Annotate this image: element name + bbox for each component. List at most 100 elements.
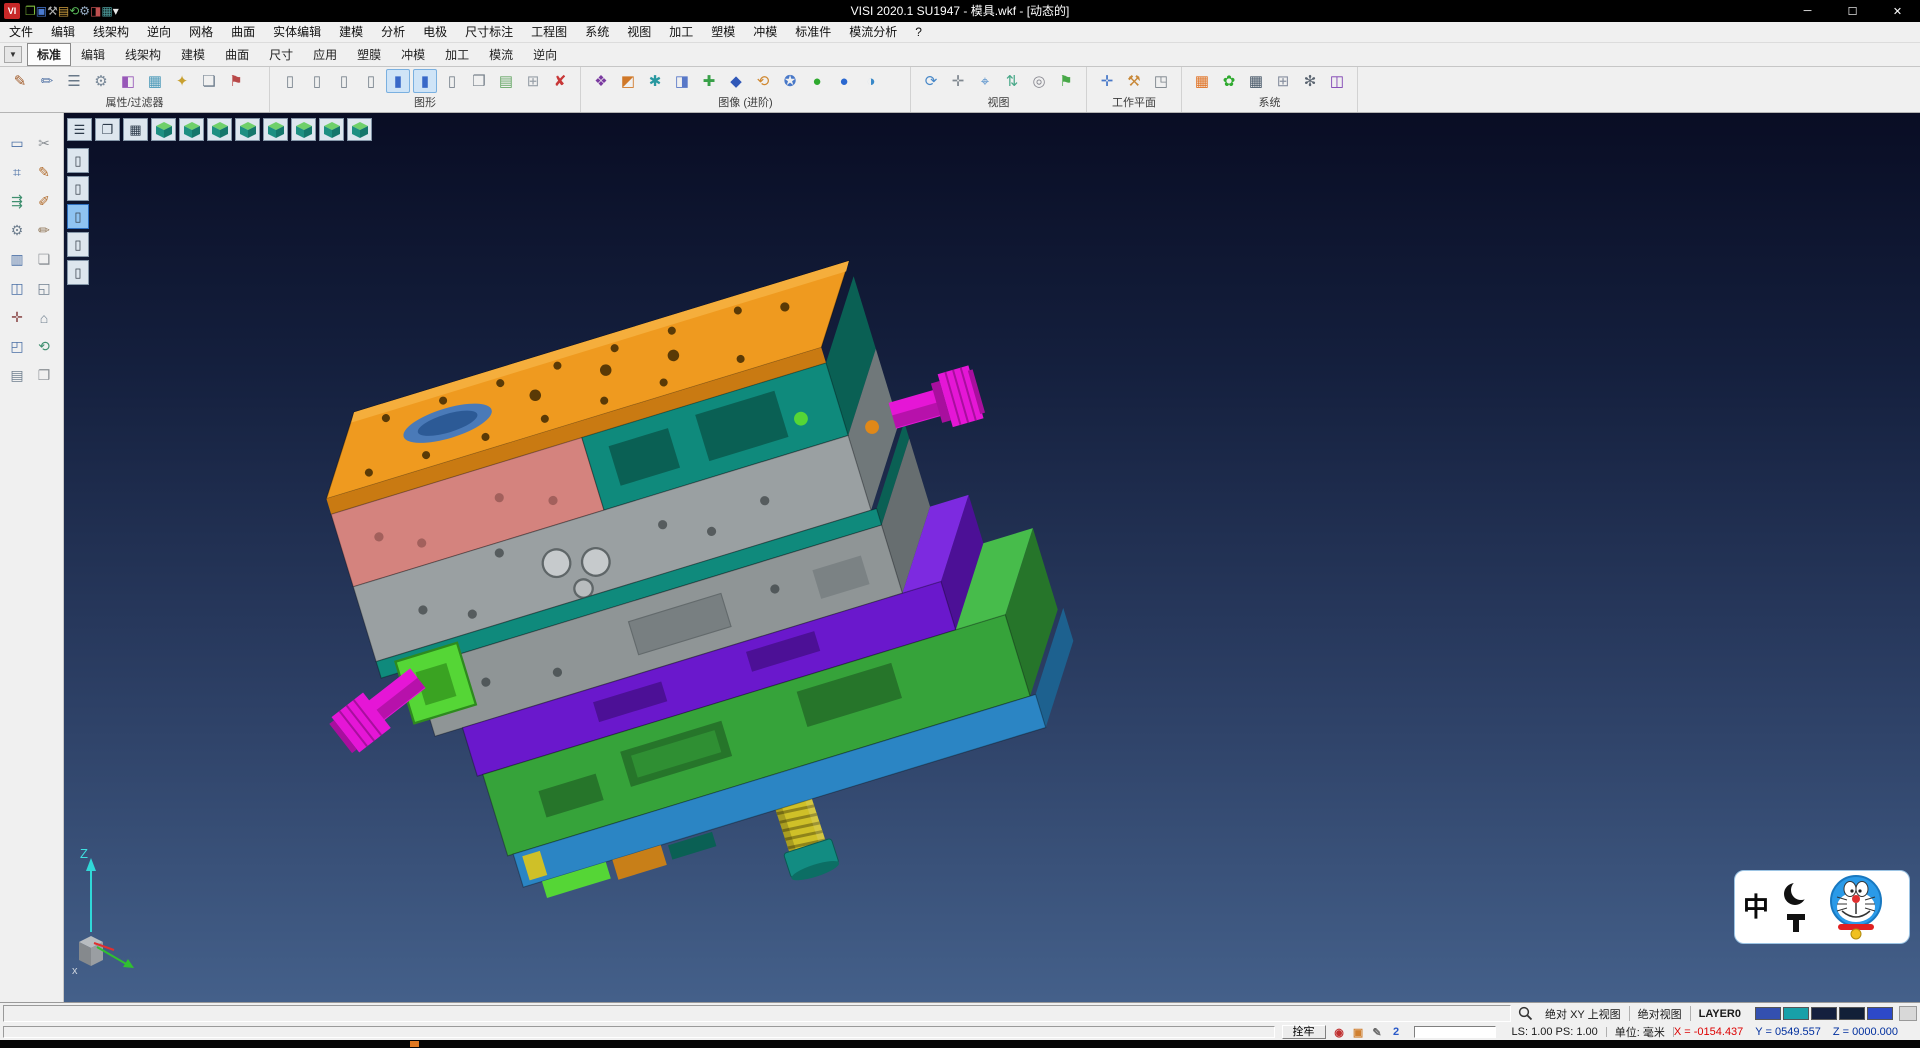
dock-tool-icon[interactable]: ✏ bbox=[32, 220, 57, 241]
toolbar-tab[interactable]: 标准 bbox=[27, 43, 71, 66]
view-reference-indicator[interactable]: 绝对视图 bbox=[1630, 1006, 1690, 1022]
view-orientation-button[interactable] bbox=[207, 118, 232, 141]
dock-tool-icon[interactable]: ❏ bbox=[32, 249, 57, 270]
taskbar-app-icon[interactable] bbox=[410, 1041, 419, 1047]
menu-item[interactable]: 系统 bbox=[576, 22, 618, 42]
ribbon-icon[interactable]: ◎ bbox=[1027, 69, 1051, 93]
viewport-utility-button[interactable]: ☰ bbox=[67, 118, 92, 141]
ribbon-icon[interactable]: ⊞ bbox=[1271, 69, 1295, 93]
menu-item[interactable]: 尺寸标注 bbox=[456, 22, 522, 42]
dock-tool-icon[interactable]: ✂ bbox=[32, 133, 57, 154]
menu-item[interactable]: 分析 bbox=[372, 22, 414, 42]
view-mode-indicator[interactable]: 绝对 XY 上视图 bbox=[1537, 1006, 1629, 1022]
ribbon-icon[interactable]: ✿ bbox=[1217, 69, 1241, 93]
ribbon-icon[interactable]: ✻ bbox=[1298, 69, 1322, 93]
toolbar-tab[interactable]: 线架构 bbox=[115, 43, 171, 66]
ribbon-icon[interactable]: ☰ bbox=[62, 69, 86, 93]
toolbar-tab[interactable]: 应用 bbox=[303, 43, 347, 66]
status-tool-icon[interactable]: ✎ bbox=[1368, 1025, 1387, 1039]
active-layer-indicator[interactable]: LAYER0 bbox=[1691, 1008, 1749, 1020]
ribbon-icon[interactable]: ✛ bbox=[1095, 69, 1119, 93]
ribbon-icon[interactable]: ▮ bbox=[413, 69, 437, 93]
maximize-button[interactable]: ☐ bbox=[1830, 0, 1875, 22]
menu-item[interactable]: 工程图 bbox=[522, 22, 576, 42]
ribbon-icon[interactable]: ◳ bbox=[1149, 69, 1173, 93]
chevron-down-icon[interactable]: ▼ bbox=[4, 46, 22, 63]
right-magenta-screw[interactable] bbox=[885, 365, 987, 443]
ribbon-icon[interactable]: ◑ bbox=[859, 69, 883, 93]
dock-tool-icon[interactable]: ▥ bbox=[5, 249, 30, 270]
status-tool-icon[interactable]: ◉ bbox=[1330, 1025, 1349, 1039]
ribbon-icon[interactable]: ◨ bbox=[670, 69, 694, 93]
ribbon-icon[interactable]: ⚙ bbox=[89, 69, 113, 93]
quick-access-icon[interactable]: ❐ bbox=[25, 4, 36, 18]
toolbar-tab[interactable]: 模流 bbox=[479, 43, 523, 66]
dock-tool-icon[interactable]: ◱ bbox=[32, 278, 57, 299]
view-orientation-button[interactable] bbox=[235, 118, 260, 141]
view-orientation-button[interactable] bbox=[151, 118, 176, 141]
ribbon-icon[interactable]: ✎ bbox=[8, 69, 32, 93]
ribbon-icon[interactable]: ⟲ bbox=[751, 69, 775, 93]
ribbon-icon[interactable]: ▯ bbox=[332, 69, 356, 93]
ribbon-icon[interactable]: ▦ bbox=[1244, 69, 1268, 93]
toolbar-tab[interactable]: 尺寸 bbox=[259, 43, 303, 66]
ribbon-icon[interactable]: ▤ bbox=[494, 69, 518, 93]
ribbon-icon[interactable]: ▦ bbox=[1190, 69, 1214, 93]
selection-filter-button[interactable]: ▯ bbox=[67, 260, 89, 285]
ribbon-icon[interactable]: ⌖ bbox=[973, 69, 997, 93]
view-orientation-button[interactable] bbox=[319, 118, 344, 141]
windows-taskbar-strip[interactable] bbox=[0, 1040, 1920, 1048]
dock-tool-icon[interactable]: ⌂ bbox=[32, 307, 57, 328]
dock-tool-icon[interactable]: ◰ bbox=[5, 336, 30, 357]
menu-item[interactable]: 网格 bbox=[180, 22, 222, 42]
ribbon-icon[interactable]: ⚑ bbox=[224, 69, 248, 93]
selection-filter-button[interactable]: ▯ bbox=[67, 232, 89, 257]
dock-tool-icon[interactable]: ⚙ bbox=[5, 220, 30, 241]
ribbon-icon[interactable]: ● bbox=[832, 69, 856, 93]
layer-color-swatch[interactable] bbox=[1839, 1007, 1865, 1020]
ribbon-icon[interactable]: ◫ bbox=[1325, 69, 1349, 93]
menu-item[interactable]: 标准件 bbox=[786, 22, 840, 42]
ribbon-icon[interactable]: ✘ bbox=[548, 69, 572, 93]
quick-access-icon[interactable]: ▾ bbox=[113, 4, 119, 18]
quick-access-icon[interactable]: ⚒ bbox=[47, 4, 58, 18]
ribbon-icon[interactable]: ⟳ bbox=[919, 69, 943, 93]
viewport-utility-button[interactable]: ▦ bbox=[123, 118, 148, 141]
menu-item[interactable]: ? bbox=[906, 22, 931, 42]
quick-access-icon[interactable]: ⚙ bbox=[79, 4, 90, 18]
toolbar-tab[interactable]: 编辑 bbox=[71, 43, 115, 66]
ribbon-icon[interactable]: ❏ bbox=[197, 69, 221, 93]
ribbon-icon[interactable]: ⇅ bbox=[1000, 69, 1024, 93]
ribbon-icon[interactable]: ▮ bbox=[386, 69, 410, 93]
ribbon-icon[interactable]: ⚒ bbox=[1122, 69, 1146, 93]
ribbon-icon[interactable]: ▦ bbox=[143, 69, 167, 93]
quick-access-icon[interactable]: ▦ bbox=[101, 4, 112, 18]
toolbar-tab[interactable]: 冲模 bbox=[391, 43, 435, 66]
ribbon-icon[interactable]: ✛ bbox=[946, 69, 970, 93]
ribbon-icon[interactable]: ◆ bbox=[724, 69, 748, 93]
layer-color-swatch[interactable] bbox=[1867, 1007, 1893, 1020]
toolbar-tab[interactable]: 塑膜 bbox=[347, 43, 391, 66]
snap-lock-button[interactable]: 拴牢 bbox=[1282, 1025, 1326, 1039]
view-orientation-button[interactable] bbox=[291, 118, 316, 141]
menu-item[interactable]: 冲模 bbox=[744, 22, 786, 42]
menu-item[interactable]: 实体编辑 bbox=[264, 22, 330, 42]
status-input-field[interactable] bbox=[1414, 1026, 1496, 1038]
ribbon-icon[interactable]: ✏ bbox=[35, 69, 59, 93]
status-tool-icon[interactable]: ▣ bbox=[1349, 1025, 1368, 1039]
ribbon-icon[interactable]: ✦ bbox=[170, 69, 194, 93]
view-orientation-button[interactable] bbox=[179, 118, 204, 141]
quick-access-icon[interactable]: ⟲ bbox=[69, 4, 79, 18]
ribbon-icon[interactable]: ◧ bbox=[116, 69, 140, 93]
ribbon-icon[interactable]: ❖ bbox=[589, 69, 613, 93]
menu-item[interactable]: 视图 bbox=[618, 22, 660, 42]
search-icon[interactable] bbox=[1518, 1006, 1533, 1021]
close-button[interactable]: ✕ bbox=[1875, 0, 1920, 22]
dock-tool-icon[interactable]: ❐ bbox=[32, 365, 57, 386]
menu-item[interactable]: 线架构 bbox=[84, 22, 138, 42]
dock-tool-icon[interactable]: ✎ bbox=[32, 162, 57, 183]
menu-item[interactable]: 电极 bbox=[414, 22, 456, 42]
dock-tool-icon[interactable]: ⟲ bbox=[32, 336, 57, 357]
selection-filter-button[interactable]: ▯ bbox=[67, 204, 89, 229]
toolbar-tab[interactable]: 加工 bbox=[435, 43, 479, 66]
